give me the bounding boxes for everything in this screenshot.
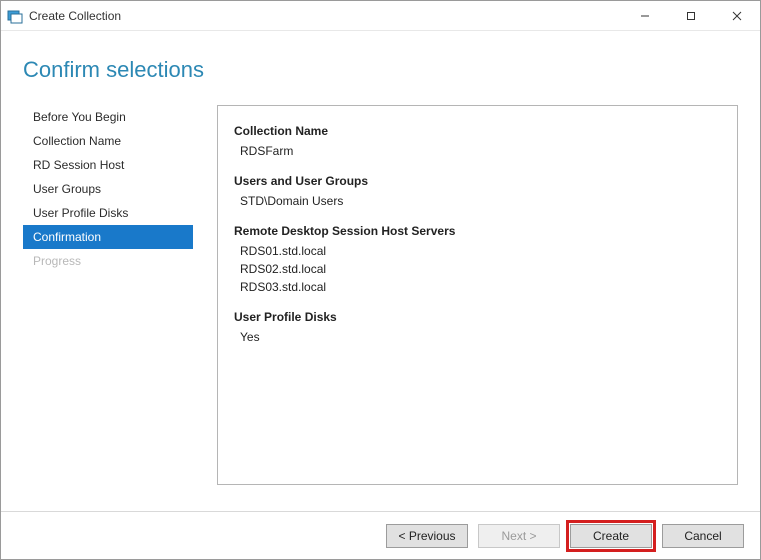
app-icon [7,8,23,24]
nav-user-profile-disks[interactable]: User Profile Disks [23,201,193,225]
page-title: Confirm selections [23,57,738,83]
nav-user-groups[interactable]: User Groups [23,177,193,201]
nav-progress: Progress [23,249,193,273]
window-title: Create Collection [29,9,121,23]
summary-panel: Collection Name RDSFarm Users and User G… [217,105,738,485]
minimize-button[interactable] [622,1,668,31]
title-bar: Create Collection [1,1,760,31]
value-session-hosts: RDS01.std.local RDS02.std.local RDS03.st… [240,242,721,296]
nav-before-you-begin[interactable]: Before You Begin [23,105,193,129]
previous-button[interactable]: < Previous [386,524,468,548]
close-button[interactable] [714,1,760,31]
label-profile-disks: User Profile Disks [234,310,721,324]
value-collection-name: RDSFarm [240,142,721,160]
label-session-hosts: Remote Desktop Session Host Servers [234,224,721,238]
value-profile-disks: Yes [240,328,721,346]
wizard-footer: < Previous Next > Create Cancel [1,511,760,559]
cancel-button[interactable]: Cancel [662,524,744,548]
nav-confirmation[interactable]: Confirmation [23,225,193,249]
create-button[interactable]: Create [570,524,652,548]
label-collection-name: Collection Name [234,124,721,138]
wizard-nav: Before You Begin Collection Name RD Sess… [23,105,193,485]
next-button: Next > [478,524,560,548]
value-user-groups: STD\Domain Users [240,192,721,210]
label-user-groups: Users and User Groups [234,174,721,188]
nav-rd-session-host[interactable]: RD Session Host [23,153,193,177]
maximize-button[interactable] [668,1,714,31]
nav-collection-name[interactable]: Collection Name [23,129,193,153]
